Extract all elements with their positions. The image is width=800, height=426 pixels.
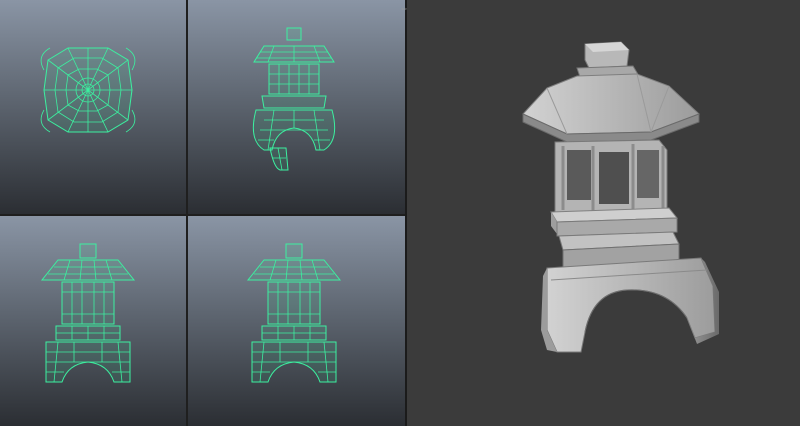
viewport-front[interactable] [0,216,186,426]
viewport-top[interactable] [0,0,186,214]
lantern-wireframe-perspective [252,27,336,171]
render-view[interactable] [407,0,800,426]
viewport-divider-horizontal[interactable] [0,214,405,216]
lantern-wireframe-top [40,47,136,133]
viewport-divider-vertical[interactable] [186,0,188,426]
lantern-wireframe-side [246,243,342,383]
lantern-shaded-model [522,41,719,353]
lantern-wireframe-front [40,243,136,383]
viewport-perspective[interactable] [188,0,405,214]
viewport-side[interactable] [188,216,405,426]
